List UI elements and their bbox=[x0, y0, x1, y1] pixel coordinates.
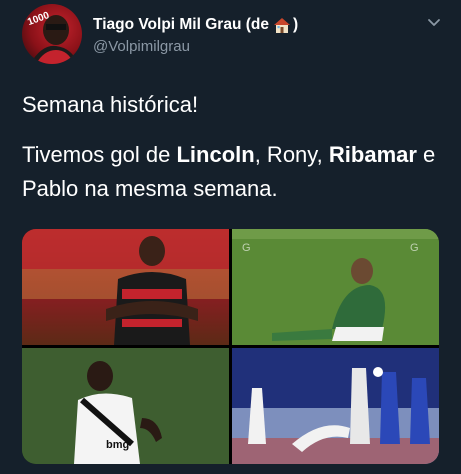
tweet-text-line1: Semana histórica! bbox=[22, 92, 199, 117]
tweet-text-part: , Rony, bbox=[254, 142, 329, 167]
display-name[interactable]: Tiago Volpi Mil Grau (de ) bbox=[93, 16, 298, 34]
tweet-text-part: Tivemos gol de bbox=[22, 142, 177, 167]
user-handle[interactable]: @Volpimilgrau bbox=[93, 38, 190, 55]
tweet-text-line2: Tivemos gol de Lincoln, Rony, Ribamar e … bbox=[22, 138, 442, 206]
photo-flamengo-player[interactable] bbox=[22, 229, 229, 345]
tweet: 1000 Tiago Volpi Mil Grau (de ) @Volpimi… bbox=[0, 0, 461, 474]
tweet-text-bold: Lincoln bbox=[176, 142, 255, 167]
svg-text:G: G bbox=[410, 242, 419, 254]
tweet-text-bold: Ribamar bbox=[328, 142, 417, 167]
photo-palmeiras-player[interactable]: G G bbox=[232, 229, 439, 345]
media-grid: G G bmg bbox=[22, 229, 439, 464]
photo-vasco-player[interactable]: bmg bbox=[22, 348, 229, 464]
display-name-suffix: ) bbox=[292, 16, 299, 33]
avatar[interactable]: 1000 bbox=[22, 4, 82, 64]
chevron-down-icon[interactable] bbox=[426, 14, 442, 30]
svg-text:G: G bbox=[242, 242, 251, 254]
house-icon bbox=[273, 17, 291, 33]
photo-sao-paulo-match[interactable] bbox=[232, 348, 439, 464]
display-name-text[interactable]: Tiago Volpi Mil Grau (de bbox=[93, 16, 269, 34]
tweet-header: 1000 Tiago Volpi Mil Grau (de ) @Volpimi… bbox=[22, 4, 442, 66]
jersey-sponsor-text: bmg bbox=[106, 439, 129, 451]
